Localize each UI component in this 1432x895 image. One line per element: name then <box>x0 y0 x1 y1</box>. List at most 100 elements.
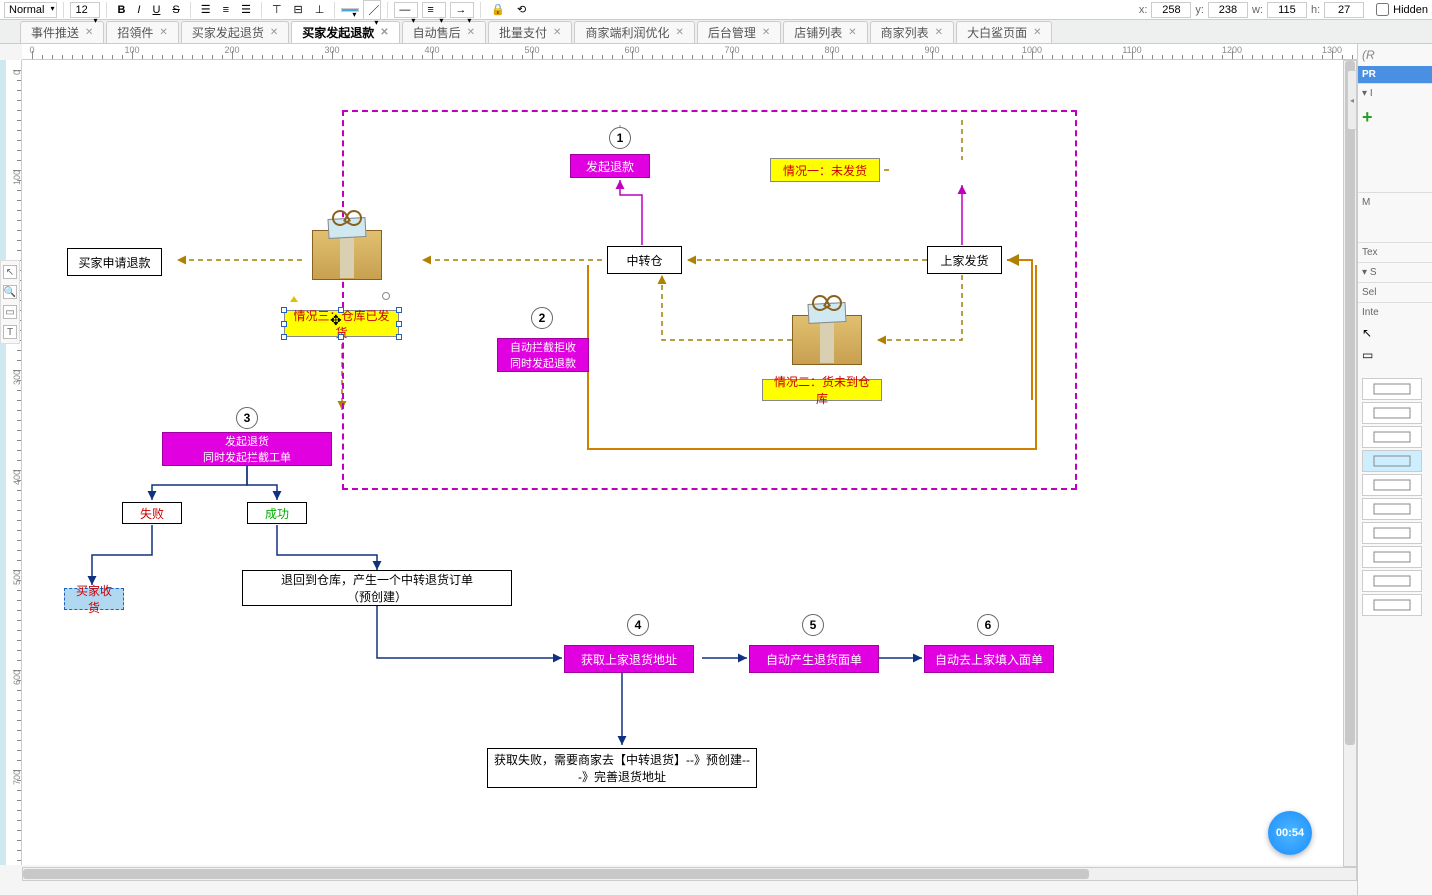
node-auto-fill-sheet[interactable]: 自动去上家填入面单 <box>924 645 1054 673</box>
node-initiate-refund[interactable]: 发起退款 <box>570 154 650 178</box>
text-tool-icon[interactable]: T <box>3 325 17 339</box>
line-color-dropdown[interactable]: ／ <box>363 0 381 20</box>
pointer-tool-icon[interactable]: ↖ <box>3 265 17 279</box>
sel-handle-ne[interactable] <box>396 307 402 313</box>
stencil-rect5[interactable] <box>1362 498 1422 520</box>
step-circle-3[interactable]: 3 <box>236 407 258 429</box>
node-get-addr-fail[interactable]: 获取失败，需要商家去【中转退货】--》预创建---》完善退货地址 <box>487 748 757 788</box>
page-tab-5[interactable]: 批量支付✕ <box>488 21 572 43</box>
search-tool-icon[interactable]: 🔍 <box>3 285 17 299</box>
italic-button[interactable]: I <box>133 2 144 18</box>
vertical-scrollbar[interactable] <box>1343 60 1357 867</box>
page-tab-7[interactable]: 后台管理✕ <box>697 21 781 43</box>
node-case3-selected[interactable]: 情况三：仓库已发货 <box>284 310 399 337</box>
canvas-viewport[interactable]: 1 2 3 4 5 6 买家申请退款 情况三：仓库已发货 ✥ 发起退款 情况一：… <box>22 60 1357 865</box>
line-weight-dropdown[interactable]: ≡ <box>422 2 446 18</box>
valign-mid-button[interactable]: ⊟ <box>290 1 307 18</box>
pointer-icon[interactable]: ↖ <box>1358 322 1432 344</box>
add-icon[interactable]: + <box>1358 103 1432 132</box>
close-icon[interactable]: ✕ <box>762 27 770 38</box>
valign-top-button[interactable]: ⊤ <box>268 1 286 18</box>
sidebar-pr-tab[interactable]: PR <box>1358 66 1432 83</box>
style-dropdown[interactable]: Normal <box>4 2 57 18</box>
w-value[interactable]: 115 <box>1267 2 1307 18</box>
stencil-rect6[interactable] <box>1362 522 1422 544</box>
package-icon-2[interactable] <box>782 295 872 365</box>
fontsize-dropdown[interactable]: 12 <box>70 2 100 18</box>
node-seller-ship[interactable]: 上家发货 <box>927 246 1002 274</box>
node-buyer-receive[interactable]: 买家收货 <box>64 588 124 610</box>
node-fail[interactable]: 失败 <box>122 502 182 524</box>
node-get-seller-addr[interactable]: 获取上家退货地址 <box>564 645 694 673</box>
sel-handle-se[interactable] <box>396 334 402 340</box>
page-tab-6[interactable]: 商家端利润优化✕ <box>574 21 694 43</box>
valign-bot-button[interactable]: ⊥ <box>311 1 329 18</box>
square-tool-icon[interactable]: ▭ <box>3 305 17 319</box>
close-icon[interactable]: ✕ <box>935 27 943 38</box>
step-circle-2[interactable]: 2 <box>531 307 553 329</box>
sel-handle-n[interactable] <box>338 307 344 313</box>
node-gen-return-sheet[interactable]: 自动产生退货面单 <box>749 645 879 673</box>
stencil-rect9[interactable] <box>1362 594 1422 616</box>
horizontal-scrollbar[interactable] <box>22 867 1357 881</box>
sel-handle-nw[interactable] <box>281 307 287 313</box>
diagram-canvas[interactable]: 1 2 3 4 5 6 买家申请退款 情况三：仓库已发货 ✥ 发起退款 情况一：… <box>22 60 1357 865</box>
close-icon[interactable]: ✕ <box>553 27 561 38</box>
x-value[interactable]: 258 <box>1151 2 1191 18</box>
node-return-wh-preorder[interactable]: 退回到仓库，产生一个中转退货订单 （预创建） <box>242 570 512 606</box>
step-circle-1[interactable]: 1 <box>609 127 631 149</box>
h-value[interactable]: 27 <box>1324 2 1364 18</box>
align-center-button[interactable]: ≡ <box>219 2 233 18</box>
line-style-dropdown[interactable]: — <box>394 2 418 18</box>
page-tab-9[interactable]: 商家列表✕ <box>870 21 954 43</box>
lock-button[interactable]: 🔒 <box>487 1 509 18</box>
node-buyer-refund-request[interactable]: 买家申请退款 <box>67 248 162 276</box>
page-tab-1[interactable]: 招領件✕ <box>106 21 178 43</box>
strike-button[interactable]: S <box>168 2 183 18</box>
package-icon-1[interactable] <box>302 210 392 280</box>
align-left-button[interactable]: ☰ <box>197 1 215 18</box>
sidebar-section-s[interactable]: ▾ S <box>1358 262 1432 282</box>
sidebar-collapse-handle[interactable]: ◂ <box>1347 70 1357 130</box>
stencil-rect8[interactable] <box>1362 570 1422 592</box>
stencil-rect2[interactable] <box>1362 402 1422 424</box>
node-success[interactable]: 成功 <box>247 502 307 524</box>
close-icon[interactable]: ✕ <box>848 27 856 38</box>
page-tab-0[interactable]: 事件推送✕ <box>20 21 104 43</box>
close-icon[interactable]: ✕ <box>380 27 388 38</box>
bold-button[interactable]: B <box>113 2 129 18</box>
stencil-rect3[interactable] <box>1362 426 1422 448</box>
close-icon[interactable]: ✕ <box>467 27 475 38</box>
close-icon[interactable]: ✕ <box>159 27 167 38</box>
node-case2[interactable]: 情况二：货未到仓库 <box>762 379 882 401</box>
sel-rotate-handle[interactable] <box>382 292 390 300</box>
close-icon[interactable]: ✕ <box>270 27 278 38</box>
align-right-button[interactable]: ☰ <box>237 1 255 18</box>
y-value[interactable]: 238 <box>1208 2 1248 18</box>
stencil-rect7[interactable] <box>1362 546 1422 568</box>
node-initiate-return[interactable]: 发起退货 同时发起拦截工单 <box>162 432 332 466</box>
sel-handle-w[interactable] <box>281 321 287 327</box>
reset-button[interactable]: ⟲ <box>513 1 530 18</box>
close-icon[interactable]: ✕ <box>1033 27 1041 38</box>
step-circle-5[interactable]: 5 <box>802 614 824 636</box>
stencil-rect[interactable] <box>1362 378 1422 400</box>
fill-color-dropdown[interactable] <box>341 8 359 12</box>
page-tab-10[interactable]: 大白鲨页面✕ <box>956 21 1052 43</box>
stencil-rect4[interactable] <box>1362 474 1422 496</box>
page-tab-3[interactable]: 买家发起退款✕ <box>291 21 399 43</box>
node-transfer-warehouse[interactable]: 中转仓 <box>607 246 682 274</box>
arrow-dropdown[interactable]: → <box>450 2 474 18</box>
hidden-checkbox[interactable]: Hidden <box>1376 3 1428 16</box>
select-rect-icon[interactable]: ▭ <box>1358 344 1432 366</box>
node-case1[interactable]: 情况一：未发货 <box>770 158 880 182</box>
page-tab-8[interactable]: 店铺列表✕ <box>783 21 867 43</box>
node-auto-intercept-reject[interactable]: 自动拦截拒收 同时发起退款 <box>497 338 589 372</box>
step-circle-4[interactable]: 4 <box>627 614 649 636</box>
step-circle-6[interactable]: 6 <box>977 614 999 636</box>
stencil-label[interactable] <box>1362 450 1422 472</box>
sel-handle-sw[interactable] <box>281 334 287 340</box>
sidebar-section-interactions[interactable]: ▾ I <box>1358 83 1432 103</box>
close-icon[interactable]: ✕ <box>85 27 93 38</box>
underline-button[interactable]: U <box>148 2 164 18</box>
